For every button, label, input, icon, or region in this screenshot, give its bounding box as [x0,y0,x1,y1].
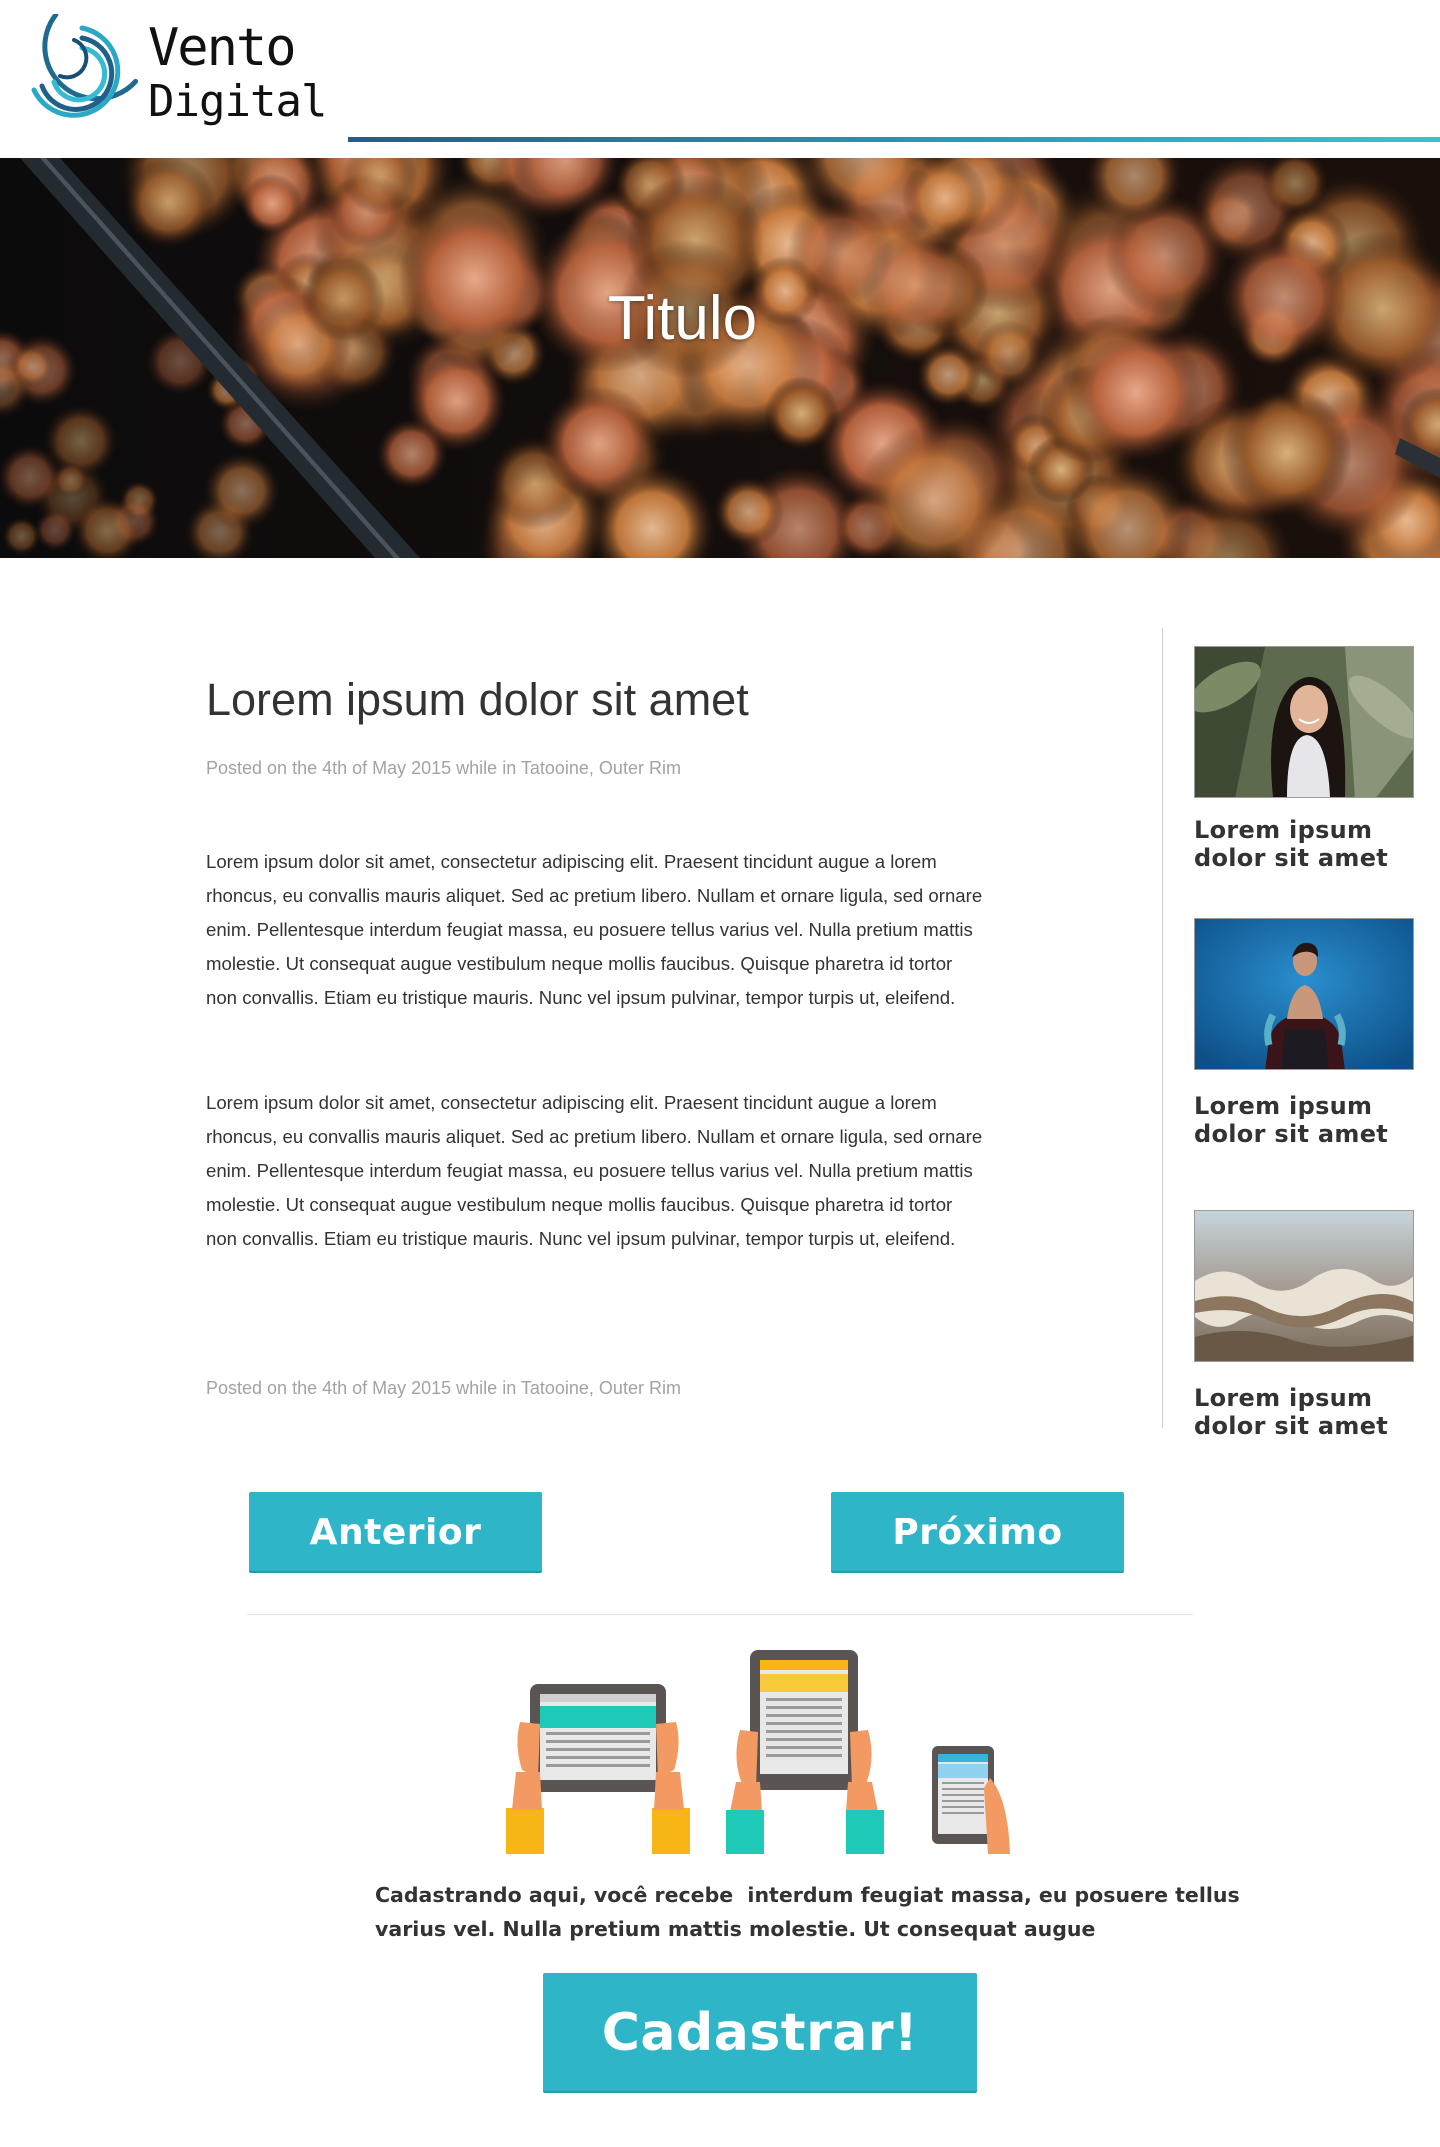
ocean-foam-photo [1195,1211,1413,1361]
hero-title: Titulo [607,284,758,353]
article-title: Lorem ipsum dolor sit amet [206,674,749,725]
signup-text-line2: varius vel. Nulla pretium mattis molesti… [375,1917,1096,1941]
sidebar-divider [1162,628,1163,1428]
brand-name: Vento Digital [148,18,327,128]
smiling-woman-photo [1195,647,1413,797]
sidebar-caption[interactable]: Lorem ipsum dolor sit amet [1194,816,1414,872]
article-paragraph-2: Lorem ipsum dolor sit amet, consectetur … [206,1092,983,1249]
site-header: Vento Digital [0,0,1440,158]
header-rule [348,137,1440,142]
portrait-tablet-graphic [726,1650,884,1854]
hands-holding-devices-illustration [506,1650,1010,1854]
sidebar-item-2[interactable]: Lorem ipsum dolor sit amet [1194,918,1414,1148]
signup-button[interactable]: Cadastrar! [543,1973,977,2093]
post-meta-top: Posted on the 4th of May 2015 while in T… [206,758,681,778]
sidebar-caption-line2: dolor sit amet [1194,1412,1389,1440]
next-button[interactable]: Próximo [831,1492,1124,1573]
sidebar-caption[interactable]: Lorem ipsum dolor sit amet [1194,1092,1414,1148]
man-blue-background-photo [1195,919,1413,1069]
landscape-tablet-graphic [506,1684,690,1854]
sidebar-caption-line2: dolor sit amet [1194,844,1389,872]
hero-banner: Titulo [0,158,1440,558]
section-divider [247,1614,1193,1615]
sidebar-caption-line1: Lorem ipsum [1194,1384,1373,1412]
post-meta-bottom: Posted on the 4th of May 2015 while in T… [206,1378,681,1398]
signup-text-line1: Cadastrando aqui, você recebe interdum f… [375,1883,1240,1907]
sidebar-item-3[interactable]: Lorem ipsum dolor sit amet [1194,1210,1414,1440]
article-paragraph-1: Lorem ipsum dolor sit amet, consectetur … [206,851,983,1008]
sidebar-caption-line2: dolor sit amet [1194,1120,1389,1148]
brand-name-line1: Vento [148,18,297,78]
sidebar-caption[interactable]: Lorem ipsum dolor sit amet [1194,1384,1414,1440]
hero-image [0,158,1440,558]
sidebar-thumbnail[interactable] [1194,1210,1414,1362]
signup-description: Cadastrando aqui, você recebe interdum f… [375,1878,1240,1946]
article: Lorem ipsum dolor sit amet Posted on the… [206,670,986,1398]
sidebar-caption-line1: Lorem ipsum [1194,1092,1373,1120]
phone-graphic [932,1746,1010,1854]
sidebar-thumbnail[interactable] [1194,918,1414,1070]
sidebar-item-1[interactable]: Lorem ipsum dolor sit amet [1194,646,1414,872]
concentric-arcs-icon [31,14,139,118]
previous-button[interactable]: Anterior [249,1492,542,1573]
brand-logo[interactable]: Vento Digital [20,14,327,132]
sidebar-caption-line1: Lorem ipsum [1194,816,1373,844]
sidebar-thumbnail[interactable] [1194,646,1414,798]
brand-name-line2: Digital [148,76,327,127]
